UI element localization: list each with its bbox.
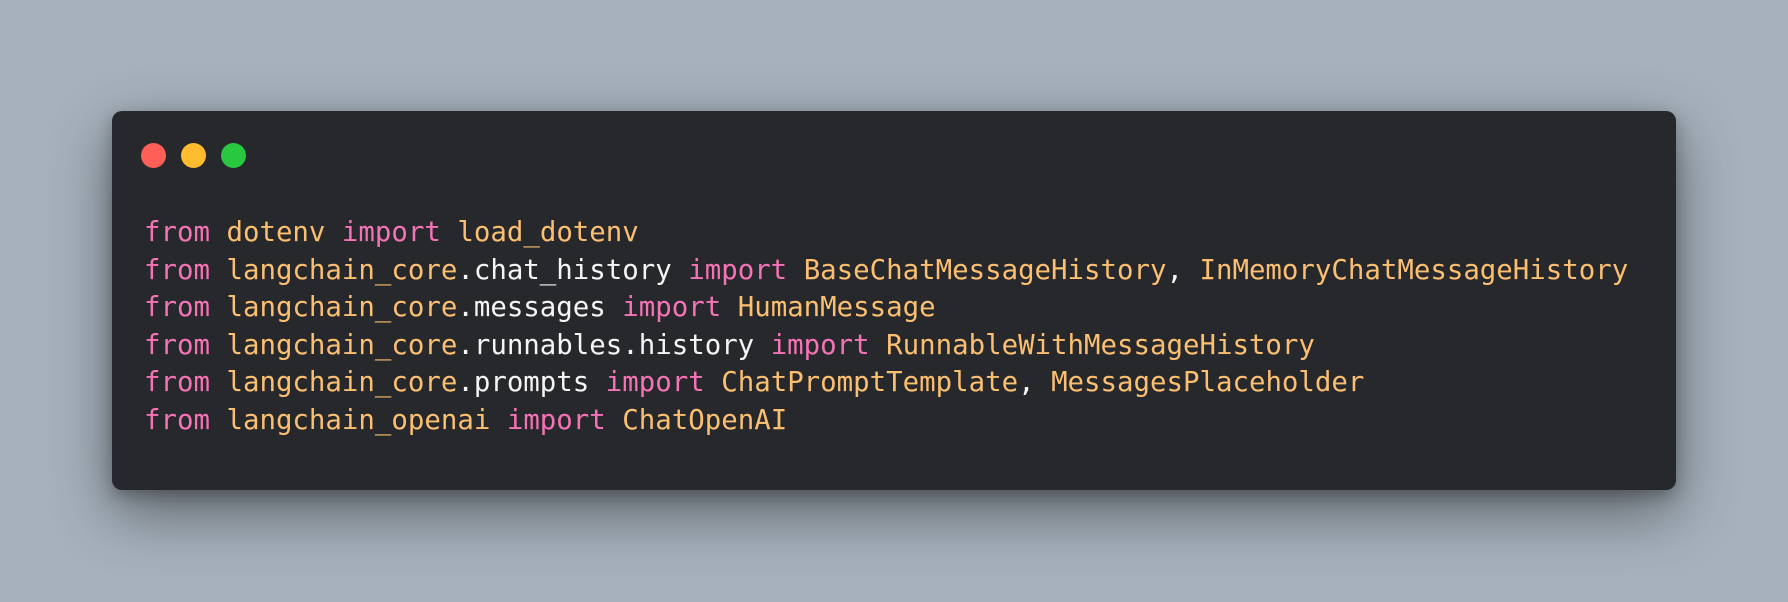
module-path: .prompts bbox=[457, 367, 590, 398]
imported-name: MessagesPlaceholder bbox=[1051, 367, 1365, 398]
keyword-from: from bbox=[144, 367, 210, 398]
module-path: .messages bbox=[457, 292, 606, 323]
minimize-button[interactable] bbox=[181, 143, 206, 168]
code-line: from langchain_core.messages import Huma… bbox=[144, 289, 1628, 327]
code-line: from dotenv import load_dotenv bbox=[144, 214, 1628, 252]
close-button[interactable] bbox=[141, 143, 166, 168]
keyword-from: from bbox=[144, 329, 210, 361]
imported-name: RunnableWithMessageHistory bbox=[886, 329, 1315, 361]
code-window: from dotenv import load_dotenv from langc… bbox=[112, 111, 1676, 490]
code-line: from langchain_core.runnables.history im… bbox=[144, 327, 1628, 365]
module-name: dotenv bbox=[226, 217, 326, 248]
keyword-import: import bbox=[506, 404, 606, 436]
keyword-from: from bbox=[144, 292, 210, 323]
imported-name: load_dotenv bbox=[457, 217, 639, 248]
keyword-import: import bbox=[688, 254, 788, 286]
module-name: langchain_core bbox=[226, 329, 458, 361]
keyword-import: import bbox=[770, 329, 870, 361]
code-block: from dotenv import load_dotenv from langc… bbox=[144, 214, 1628, 439]
window-controls bbox=[141, 143, 246, 168]
keyword-import: import bbox=[605, 367, 705, 398]
module-name: langchain_core bbox=[226, 254, 458, 286]
maximize-button[interactable] bbox=[221, 143, 246, 168]
keyword-from: from bbox=[144, 217, 210, 248]
keyword-from: from bbox=[144, 404, 210, 436]
code-line: from langchain_core.chat_history import … bbox=[144, 252, 1628, 290]
module-name: langchain_openai bbox=[226, 404, 491, 436]
imported-name: BaseChatMessageHistory bbox=[803, 254, 1167, 286]
comma: , bbox=[1166, 254, 1200, 286]
module-name: langchain_core bbox=[226, 367, 458, 398]
module-path: .chat_history bbox=[457, 254, 672, 286]
module-name: langchain_core bbox=[226, 292, 458, 323]
keyword-from: from bbox=[144, 254, 210, 286]
comma: , bbox=[1018, 367, 1052, 398]
module-path: .runnables.history bbox=[457, 329, 755, 361]
imported-name: ChatPromptTemplate bbox=[721, 367, 1019, 398]
keyword-import: import bbox=[622, 292, 722, 323]
imported-name: ChatOpenAI bbox=[622, 404, 788, 436]
code-line: from langchain_core.prompts import ChatP… bbox=[144, 364, 1628, 402]
imported-name: InMemoryChatMessageHistory bbox=[1199, 254, 1629, 286]
keyword-import: import bbox=[341, 217, 441, 248]
imported-name: HumanMessage bbox=[737, 292, 936, 323]
code-line: from langchain_openai import ChatOpenAI bbox=[144, 402, 1628, 440]
